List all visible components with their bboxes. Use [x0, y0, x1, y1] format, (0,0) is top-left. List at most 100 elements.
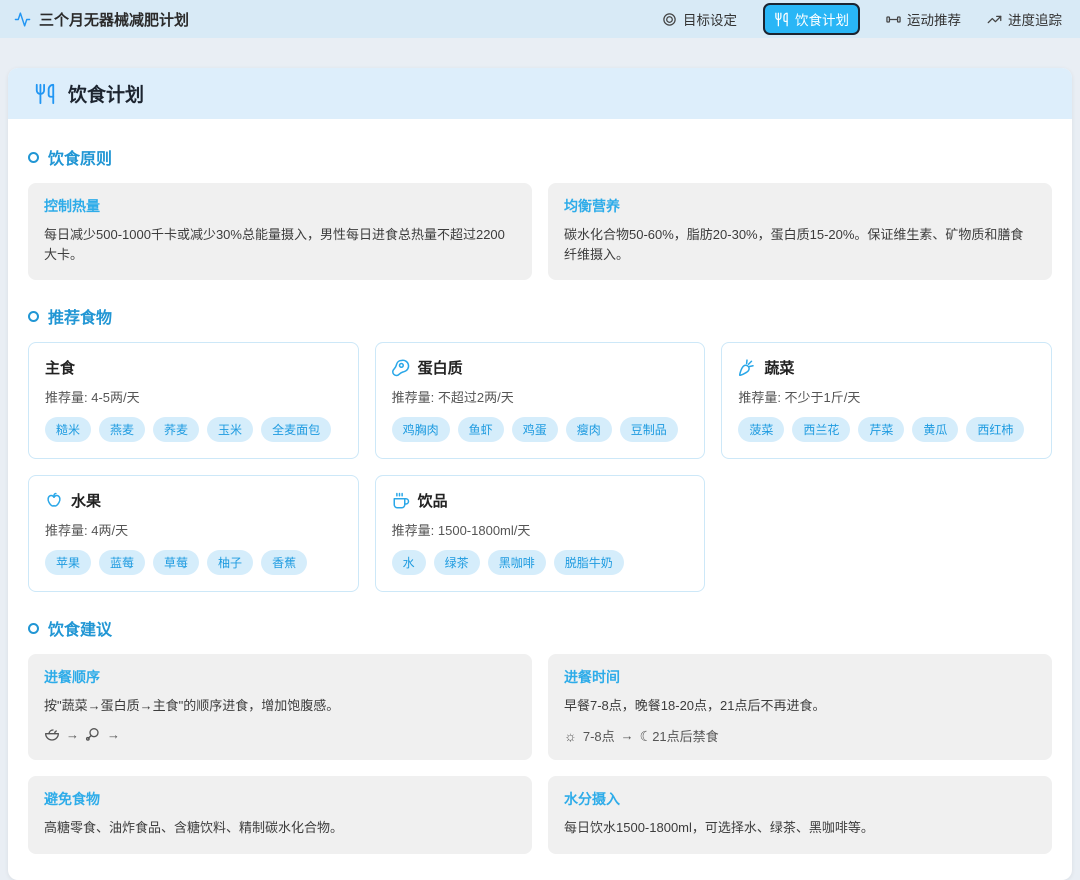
nav-tab-trending-up[interactable]: 进度追踪 — [987, 9, 1062, 29]
nav-tab-label: 饮食计划 — [795, 9, 849, 29]
section-title-principles: 饮食原则 — [28, 145, 1052, 169]
food-tags: 鸡胸肉鱼虾鸡蛋瘦肉豆制品 — [392, 417, 689, 442]
food-card: 蔬菜 推荐量: 不少于1斤/天 菠菜西兰花芹菜黄瓜西红柿 — [721, 342, 1052, 459]
arrow: → — [621, 728, 634, 743]
arrow: → — [107, 727, 120, 742]
nav-tab-target[interactable]: 目标设定 — [662, 9, 737, 29]
section-title-text: 饮食建议 — [48, 616, 112, 640]
card-text: 按"蔬菜→蛋白质→主食"的顺序进食，增加饱腹感。 — [44, 696, 516, 716]
food-tag: 糙米 — [45, 417, 91, 442]
carrot-icon — [738, 359, 756, 377]
food-tag: 香蕉 — [261, 550, 307, 575]
dumbbell-icon — [886, 12, 901, 27]
card-title: 进餐时间 — [564, 667, 1036, 687]
advice-card: 进餐时间 早餐7-8点，晚餐18-20点，21点后不再进食。 ☼ 7-8点 → ☾21点… — [548, 654, 1052, 760]
panel-header: 饮食计划 — [8, 68, 1072, 119]
nav-tab-label: 运动推荐 — [907, 9, 961, 29]
food-card-header: 饮品 — [392, 490, 689, 511]
card-text: 早餐7-8点，晚餐18-20点，21点后不再进食。 — [564, 696, 1036, 716]
food-tag: 西红柿 — [966, 417, 1024, 442]
advice-cards: 进餐顺序 按"蔬菜→蛋白质→主食"的顺序进食，增加饱腹感。→→ 进餐时间 早餐7… — [28, 654, 1052, 853]
section-title-foods: 推荐食物 — [28, 304, 1052, 328]
utensils-icon — [34, 83, 56, 105]
card-text: 碳水化合物50-60%，脂肪20-30%，蛋白质15-20%。保证维生素、矿物质… — [564, 225, 1036, 265]
food-tag: 西兰花 — [792, 417, 850, 442]
time-start: 7-8点 — [583, 726, 615, 745]
food-card: 主食 推荐量: 4-5两/天 糙米燕麦荞麦玉米全麦面包 — [28, 342, 359, 459]
food-tag: 鸡蛋 — [512, 417, 558, 442]
food-amount: 推荐量: 4-5两/天 — [45, 387, 342, 406]
card-title: 水分摄入 — [564, 789, 1036, 809]
food-tag: 苹果 — [45, 550, 91, 575]
food-title: 蛋白质 — [418, 357, 463, 378]
food-amount: 推荐量: 1500-1800ml/天 — [392, 520, 689, 539]
circle-icon — [28, 152, 39, 163]
advice-card: 避免食物 高糖零食、油炸食品、含糖饮料、精制碳水化合物。 — [28, 776, 532, 853]
food-title: 饮品 — [418, 490, 448, 511]
food-card-header: 水果 — [45, 490, 342, 511]
meal-time-row: ☼ 7-8点 → ☾21点后禁食 — [564, 726, 1036, 745]
activity-icon — [14, 11, 31, 28]
drumstick-icon — [85, 726, 101, 742]
food-title: 主食 — [45, 357, 75, 378]
diet-plan-panel: 饮食计划 饮食原则 控制热量 每日减少500-1000千卡或减少30%总能量摄入… — [8, 68, 1072, 880]
app-title: 三个月无器械减肥计划 — [39, 9, 189, 30]
card-text: 每日减少500-1000千卡或减少30%总能量摄入，男性每日进食总热量不超过22… — [44, 225, 516, 265]
principle-cards: 控制热量 每日减少500-1000千卡或减少30%总能量摄入，男性每日进食总热量… — [28, 183, 1052, 280]
food-tag: 全麦面包 — [261, 417, 331, 442]
food-tag: 瘦肉 — [566, 417, 612, 442]
card-title: 控制热量 — [44, 196, 516, 216]
card-text: 高糖零食、油炸食品、含糖饮料、精制碳水化合物。 — [44, 818, 516, 838]
advice-card: 水分摄入 每日饮水1500-1800ml，可选择水、绿茶、黑咖啡等。 — [548, 776, 1052, 853]
sun-icon: ☼ — [564, 728, 577, 744]
food-tag: 荞麦 — [153, 417, 199, 442]
nav-tab-label: 目标设定 — [683, 9, 737, 29]
food-tags: 糙米燕麦荞麦玉米全麦面包 — [45, 417, 342, 442]
card-title: 避免食物 — [44, 789, 516, 809]
food-cards: 主食 推荐量: 4-5两/天 糙米燕麦荞麦玉米全麦面包 蛋白质 推荐量: 不超过… — [28, 342, 1052, 592]
section-title-text: 推荐食物 — [48, 304, 112, 328]
food-card-header: 主食 — [45, 357, 342, 378]
food-card: 水果 推荐量: 4两/天 苹果蓝莓草莓柚子香蕉 — [28, 475, 359, 592]
mug-icon — [392, 492, 410, 510]
nav-tab-dumbbell[interactable]: 运动推荐 — [886, 9, 961, 29]
food-card-header: 蔬菜 — [738, 357, 1035, 378]
meal-sequence-row: →→ — [44, 726, 516, 742]
meat-icon — [392, 359, 410, 377]
nav-tab-utensils[interactable]: 饮食计划 — [763, 3, 860, 35]
food-card-header: 蛋白质 — [392, 357, 689, 378]
card-title: 均衡营养 — [564, 196, 1036, 216]
time-end: ☾21点后禁食 — [640, 726, 719, 745]
brand: 三个月无器械减肥计划 — [14, 9, 189, 30]
circle-icon — [28, 311, 39, 322]
section-advice: 饮食建议 进餐顺序 按"蔬菜→蛋白质→主食"的顺序进食，增加饱腹感。→→ 进餐时… — [28, 616, 1052, 853]
card-title: 进餐顺序 — [44, 667, 516, 687]
food-tag: 鸡胸肉 — [392, 417, 450, 442]
top-navbar: 三个月无器械减肥计划 目标设定 饮食计划 运动推荐 进度追踪 — [0, 0, 1080, 38]
food-tag: 脱脂牛奶 — [554, 550, 624, 575]
food-tag: 水 — [392, 550, 426, 575]
advice-card: 进餐顺序 按"蔬菜→蛋白质→主食"的顺序进食，增加饱腹感。 →→ — [28, 654, 532, 760]
card-text: 每日饮水1500-1800ml，可选择水、绿茶、黑咖啡等。 — [564, 818, 1036, 838]
food-tag: 草莓 — [153, 550, 199, 575]
circle-icon — [28, 623, 39, 634]
food-tag: 蓝莓 — [99, 550, 145, 575]
section-title-text: 饮食原则 — [48, 145, 112, 169]
food-card: 饮品 推荐量: 1500-1800ml/天 水绿茶黑咖啡脱脂牛奶 — [375, 475, 706, 592]
food-tag: 玉米 — [207, 417, 253, 442]
trending-up-icon — [987, 12, 1002, 27]
section-principles: 饮食原则 控制热量 每日减少500-1000千卡或减少30%总能量摄入，男性每日… — [28, 145, 1052, 280]
food-amount: 推荐量: 4两/天 — [45, 520, 342, 539]
food-tag: 黑咖啡 — [488, 550, 546, 575]
food-tag: 菠菜 — [738, 417, 784, 442]
section-foods: 推荐食物 主食 推荐量: 4-5两/天 糙米燕麦荞麦玉米全麦面包 蛋白质 推荐量… — [28, 304, 1052, 592]
food-tag: 芹菜 — [858, 417, 904, 442]
utensils-icon — [774, 12, 789, 27]
food-amount: 推荐量: 不少于1斤/天 — [738, 387, 1035, 406]
apple-icon — [45, 492, 63, 510]
nav-tabs: 目标设定 饮食计划 运动推荐 进度追踪 — [662, 3, 1062, 35]
food-title: 水果 — [71, 490, 101, 511]
food-card: 蛋白质 推荐量: 不超过2两/天 鸡胸肉鱼虾鸡蛋瘦肉豆制品 — [375, 342, 706, 459]
food-tags: 水绿茶黑咖啡脱脂牛奶 — [392, 550, 689, 575]
food-tags: 苹果蓝莓草莓柚子香蕉 — [45, 550, 342, 575]
